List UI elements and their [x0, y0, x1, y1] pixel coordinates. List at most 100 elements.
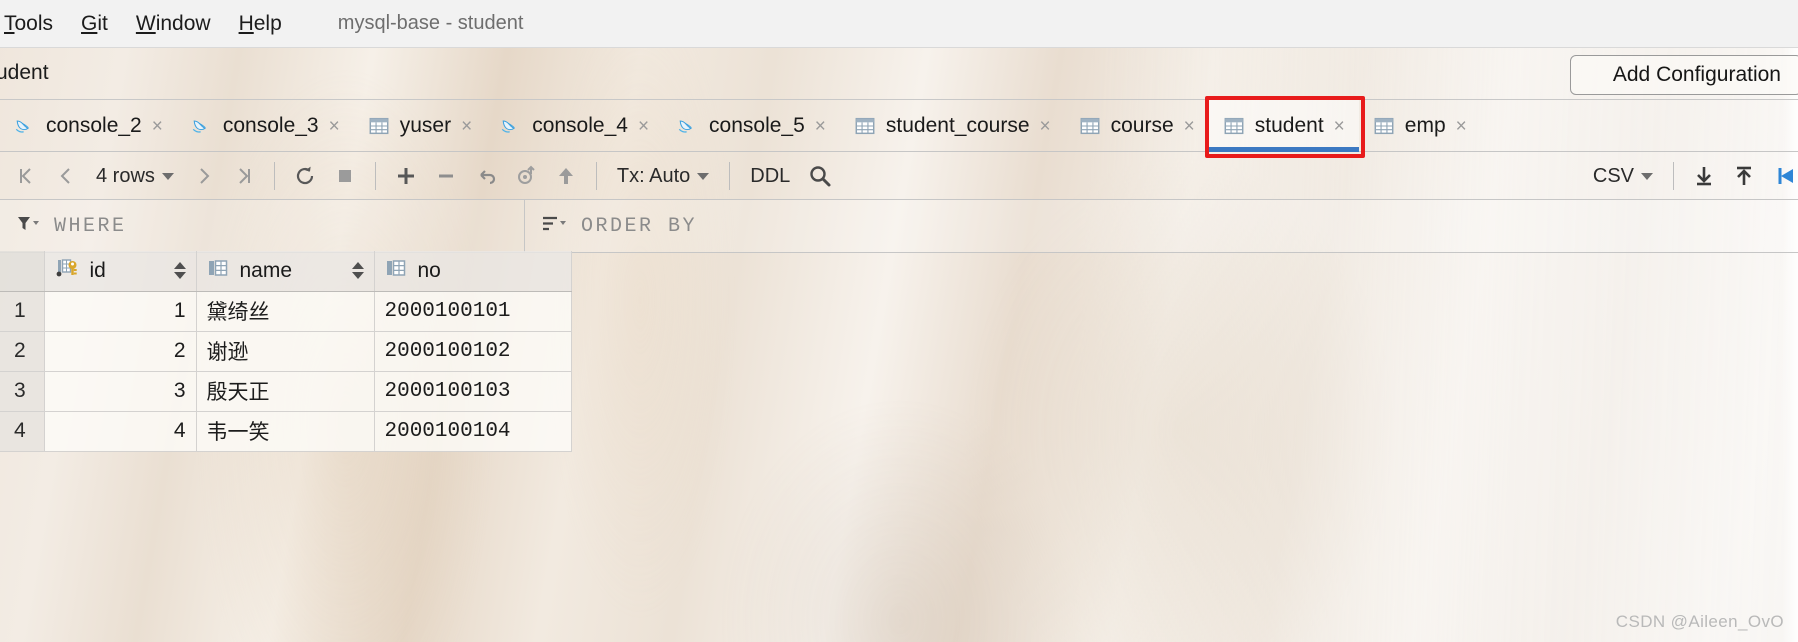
column-header-no[interactable]: no [374, 251, 572, 292]
menu-item-git[interactable]: Git [71, 12, 118, 36]
filter-bar: WHERE ORDER BY [0, 199, 1798, 253]
where-placeholder: WHERE [54, 214, 127, 238]
add-row-icon[interactable] [386, 156, 426, 196]
dolphin-icon [501, 120, 516, 133]
ddl-button[interactable]: DDL [740, 165, 800, 188]
close-icon[interactable]: × [1334, 117, 1345, 136]
chevron-down-icon [697, 172, 710, 180]
close-icon[interactable]: × [638, 117, 649, 136]
ide-window: Tools Git Window Help mysql-base - stude… [0, 0, 1798, 642]
editor-tab-label: yuser [399, 114, 452, 137]
orderby-filter-field[interactable]: ORDER BY [525, 200, 1798, 252]
cell-id[interactable]: 4 [44, 411, 197, 452]
cell-name[interactable]: 黛绮丝 [196, 291, 375, 332]
editor-tab-bar[interactable]: console_2 × console_3 × yuser × console_4 × cons… [0, 99, 1798, 152]
table-header: id name no [0, 251, 572, 292]
upload-icon[interactable] [1724, 156, 1764, 196]
toolbar-divider [273, 162, 275, 190]
menu-item-window[interactable]: Window [126, 12, 221, 36]
cell-id[interactable]: 2 [44, 331, 197, 372]
delete-row-icon[interactable] [426, 156, 466, 196]
data-grid[interactable]: id name no 1 1 黛绮丝 2000100101 2 2 谢逊 200… [0, 251, 572, 452]
table-header-row: id name no [0, 251, 572, 292]
where-filter-field[interactable]: WHERE [0, 200, 525, 252]
toolbar-divider [374, 162, 376, 190]
close-icon[interactable]: × [1040, 117, 1051, 136]
editor-tab-course[interactable]: course × [1065, 100, 1209, 152]
close-icon[interactable]: × [461, 117, 472, 136]
row-number-cell: 2 [0, 331, 45, 372]
first-page-icon[interactable] [6, 156, 46, 196]
editor-tab-console-3[interactable]: console_3 × [177, 100, 354, 152]
close-icon[interactable]: × [1184, 117, 1195, 136]
transaction-mode-selector[interactable]: Tx: Auto [607, 165, 719, 188]
menu-bar: Tools Git Window Help mysql-base - stude… [0, 0, 1798, 48]
cell-id[interactable]: 1 [44, 291, 197, 332]
last-page-icon[interactable] [224, 156, 264, 196]
chevron-down-icon [161, 172, 174, 180]
menu-item-help[interactable]: Help [229, 12, 292, 36]
editor-tab-console-5[interactable]: console_5 × [663, 100, 840, 152]
menu-item-label: ools [14, 11, 54, 35]
revert-changes-icon[interactable] [466, 156, 506, 196]
cell-name[interactable]: 殷天正 [196, 371, 375, 412]
table-body: 1 1 黛绮丝 2000100101 2 2 谢逊 2000100102 3 3 殷天正 200010… [0, 291, 572, 452]
close-icon[interactable]: × [815, 117, 826, 136]
table-icon [369, 117, 389, 135]
submit-changes-icon[interactable] [546, 156, 586, 196]
editor-tab-student[interactable]: student × [1208, 100, 1359, 152]
add-configuration-button[interactable]: Add Configuration [1569, 55, 1798, 95]
sort-icon[interactable] [541, 214, 567, 239]
table-row[interactable]: 1 1 黛绮丝 2000100101 [0, 291, 572, 332]
next-page-icon[interactable] [184, 156, 224, 196]
stop-icon[interactable] [325, 156, 365, 196]
cell-id[interactable]: 3 [44, 371, 197, 412]
menu-item-tools[interactable]: Tools [0, 12, 63, 36]
close-icon[interactable]: × [152, 117, 163, 136]
editor-tab-console-4[interactable]: console_4 × [486, 100, 663, 152]
row-number-cell: 1 [0, 291, 45, 332]
sort-toggle-id[interactable] [173, 262, 186, 280]
column-header-label: name [239, 258, 293, 282]
menu-item-label: elp [253, 11, 282, 35]
editor-tab-console-2[interactable]: console_2 × [0, 100, 177, 152]
export-format-label: CSV [1592, 164, 1634, 187]
column-header-name[interactable]: name [196, 251, 375, 292]
ddl-label: DDL [750, 164, 791, 187]
search-icon[interactable] [800, 156, 840, 196]
cell-name[interactable]: 韦一笑 [196, 411, 375, 452]
editor-tab-emp[interactable]: emp × [1359, 100, 1481, 152]
toolbar-divider [1673, 162, 1674, 190]
column-header-id[interactable]: id [44, 251, 197, 292]
open-in-editor-icon[interactable] [1764, 156, 1798, 196]
table-row[interactable]: 2 2 谢逊 2000100102 [0, 331, 572, 372]
row-count-selector[interactable]: 4 rows [86, 165, 184, 188]
data-grid-toolbar: 4 rows Tx: Auto DDL CSV [0, 151, 1798, 200]
sort-toggle-name[interactable] [351, 262, 364, 280]
cell-no[interactable]: 2000100104 [374, 411, 572, 452]
close-icon[interactable]: × [329, 117, 340, 136]
editor-tab-student-course[interactable]: student_course × [840, 100, 1065, 152]
cell-name[interactable]: 谢逊 [196, 331, 375, 372]
cell-no[interactable]: 2000100102 [374, 331, 572, 372]
dolphin-icon [192, 120, 206, 133]
previous-page-icon[interactable] [46, 156, 86, 196]
reload-icon[interactable] [285, 156, 325, 196]
add-configuration-label: Add Configuration [1612, 63, 1781, 86]
export-format-selector[interactable]: CSV [1583, 165, 1663, 188]
toolbar-divider [729, 162, 731, 190]
filter-icon[interactable] [16, 214, 40, 239]
editor-tab-yuser[interactable]: yuser × [354, 100, 486, 152]
close-icon[interactable]: × [1456, 117, 1467, 136]
breadcrumb[interactable]: udent [0, 61, 49, 85]
cell-no[interactable]: 2000100101 [374, 291, 572, 332]
revert-selected-icon[interactable] [506, 156, 546, 196]
menu-mnemonic: T [4, 11, 15, 35]
table-row[interactable]: 3 3 殷天正 2000100103 [0, 371, 572, 412]
editor-tab-label: console_2 [46, 114, 142, 137]
cell-no[interactable]: 2000100103 [374, 371, 572, 412]
editor-tab-label: console_4 [532, 114, 628, 137]
table-row[interactable]: 4 4 韦一笑 2000100104 [0, 411, 572, 452]
row-number-cell: 4 [0, 411, 45, 452]
download-icon[interactable] [1684, 156, 1724, 196]
